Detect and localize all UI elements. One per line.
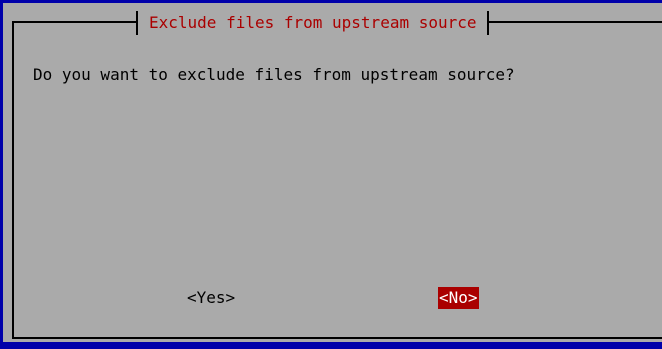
yes-no-dialog: Exclude files from upstream source Do yo… xyxy=(3,3,662,342)
dialog-prompt: Do you want to exclude files from upstre… xyxy=(33,65,515,84)
dialog-frame-bottom-border xyxy=(12,337,662,339)
no-button[interactable]: <No> xyxy=(438,287,479,309)
dialog-title: Exclude files from upstream source xyxy=(149,13,477,32)
dialog-title-box: Exclude files from upstream source xyxy=(136,11,489,35)
yes-button[interactable]: <Yes> xyxy=(186,287,236,309)
dialog-frame-left-border xyxy=(12,21,14,339)
